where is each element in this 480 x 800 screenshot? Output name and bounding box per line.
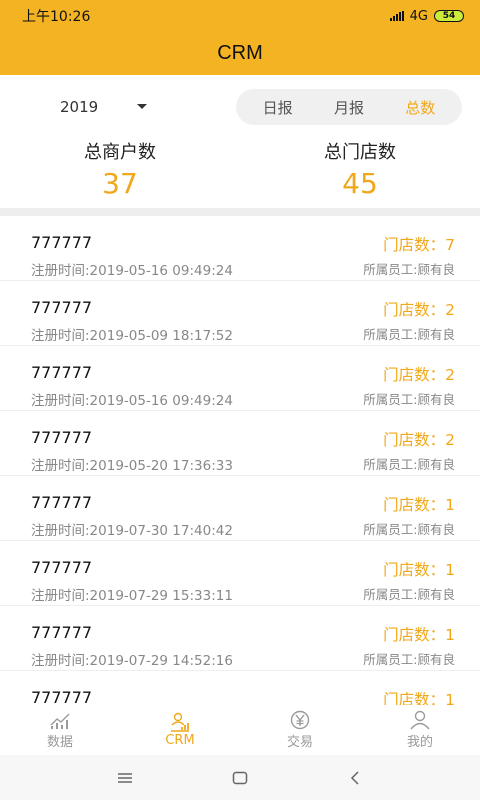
assigned-staff: 所属员工:顾有良 xyxy=(363,262,455,277)
system-nav-bar xyxy=(0,755,480,800)
tab-crm[interactable]: CRM xyxy=(120,705,240,755)
status-time: 上午10:26 xyxy=(22,9,91,25)
total-stores-label: 总门店数 xyxy=(324,142,396,163)
crm-icon xyxy=(171,712,189,732)
period-segmented-control: 日报 月报 总数 xyxy=(236,89,462,125)
registration-time: 注册时间:2019-05-16 09:49:24 xyxy=(31,393,233,409)
totals-summary: 总商户数 37 总门店数 45 xyxy=(0,139,480,209)
registration-time: 注册时间:2019-05-16 09:49:24 xyxy=(31,263,233,279)
registration-time: 注册时间:2019-07-29 14:52:16 xyxy=(31,653,233,669)
merchant-name: 777777 xyxy=(31,363,93,382)
assigned-staff: 所属员工:顾有良 xyxy=(363,522,455,537)
period-tab-2[interactable]: 总数 xyxy=(390,97,450,118)
store-count: 门店数：1 xyxy=(383,626,455,644)
store-count: 门店数：2 xyxy=(383,366,455,384)
period-tab-0[interactable]: 日报 xyxy=(248,97,308,118)
store-count: 门店数：2 xyxy=(383,431,455,449)
network-label: 4G xyxy=(409,8,428,24)
assigned-staff: 所属员工:顾有良 xyxy=(363,587,455,602)
total-merchants: 总商户数 37 xyxy=(40,139,200,201)
back-chevron-icon xyxy=(350,770,359,785)
status-indicators: 4G 54 xyxy=(389,8,464,24)
tab-mine-label: 我的 xyxy=(406,735,433,750)
tab-data[interactable]: 数据 xyxy=(0,705,120,755)
home-square-icon xyxy=(232,771,248,784)
status-bar: 上午10:26 4G 54 xyxy=(0,0,480,32)
tab-trade[interactable]: 交易 xyxy=(240,705,360,755)
page-title: CRM xyxy=(217,42,263,64)
year-dropdown[interactable]: 2019 xyxy=(60,95,160,119)
merchant-row[interactable]: 777777 注册时间:2019-05-16 09:49:24 门店数：2 所属员工:… xyxy=(0,346,480,411)
merchant-row[interactable]: 777777 注册时间:2019-07-30 17:40:42 门店数：1 所属员工:… xyxy=(0,476,480,541)
menu-icon xyxy=(118,772,132,783)
registration-time: 注册时间:2019-05-20 17:36:33 xyxy=(31,458,233,474)
assigned-staff: 所属员工:顾有良 xyxy=(363,392,455,407)
merchant-name: 777777 xyxy=(31,688,93,706)
person-icon xyxy=(410,710,430,730)
merchant-row[interactable]: 777777 注册时间:2019-07-29 14:52:16 门店数：1 所属员工:… xyxy=(0,606,480,671)
store-count: 门店数：1 xyxy=(383,496,455,514)
merchant-name: 777777 xyxy=(31,623,93,642)
merchant-name: 777777 xyxy=(31,493,93,512)
total-merchants-label: 总商户数 xyxy=(84,142,156,163)
filter-row: 2019 日报 月报 总数 xyxy=(0,75,480,139)
registration-time: 注册时间:2019-05-09 18:17:52 xyxy=(31,328,233,344)
registration-time: 注册时间:2019-07-30 17:40:42 xyxy=(31,523,233,539)
registration-time: 注册时间:2019-07-29 15:33:11 xyxy=(31,588,233,604)
period-tab-1[interactable]: 月报 xyxy=(319,97,379,118)
tab-crm-label: CRM xyxy=(165,733,195,748)
battery-level: 54 xyxy=(442,11,456,21)
menu-button[interactable] xyxy=(110,763,140,793)
total-stores-value: 45 xyxy=(342,167,378,200)
merchant-name: 777777 xyxy=(31,233,93,252)
tab-data-label: 数据 xyxy=(46,735,73,750)
assigned-staff: 所属员工:顾有良 xyxy=(363,652,455,667)
store-count: 门店数：1 xyxy=(383,561,455,579)
crm-screen: 上午10:26 4G 54 CRM 2019 日报 月报 总数 总商户数 37 总门… xyxy=(0,0,480,800)
merchant-row[interactable]: 777777 注册时间:2019-05-20 17:36:33 门店数：2 所属员工:… xyxy=(0,411,480,476)
tab-mine[interactable]: 我的 xyxy=(360,705,480,755)
merchant-list: 777777 注册时间:2019-05-16 09:49:24 门店数：7 所属员工:… xyxy=(0,216,480,706)
year-value: 2019 xyxy=(60,98,99,116)
store-count: 门店数：7 xyxy=(383,236,455,254)
merchant-name: 777777 xyxy=(31,428,93,447)
total-merchants-value: 37 xyxy=(102,167,138,200)
store-count: 门店数：1 xyxy=(383,691,455,706)
store-count: 门店数：2 xyxy=(383,301,455,319)
bottom-tab-bar: 数据 CRM 交易 我的 xyxy=(0,705,480,755)
battery-icon: 54 xyxy=(434,10,464,22)
merchant-row[interactable]: 777777 注册时间:2019-05-09 18:17:52 门店数：2 所属员工:… xyxy=(0,281,480,346)
home-button[interactable] xyxy=(225,763,255,793)
assigned-staff: 所属员工:顾有良 xyxy=(363,457,455,472)
data-chart-icon xyxy=(50,713,70,729)
tab-trade-label: 交易 xyxy=(286,735,313,750)
merchant-name: 777777 xyxy=(31,558,93,577)
assigned-staff: 所属员工:顾有良 xyxy=(363,327,455,342)
merchant-row[interactable]: 777777 注册时间:2019-05-16 09:49:24 门店数：7 所属员工:… xyxy=(0,216,480,281)
signal-icon xyxy=(389,11,404,21)
total-stores: 总门店数 45 xyxy=(280,139,440,201)
section-divider xyxy=(0,208,480,216)
yen-icon xyxy=(290,710,310,730)
merchant-row[interactable]: 777777 注册时间:2019-07-29 15:33:11 门店数：1 所属员工:… xyxy=(0,541,480,606)
app-header: CRM xyxy=(0,32,480,75)
merchant-name: 777777 xyxy=(31,298,93,317)
merchant-row[interactable]: 777777 门店数：1 xyxy=(0,671,480,706)
back-button[interactable] xyxy=(340,763,370,793)
caret-down-icon xyxy=(137,104,147,109)
